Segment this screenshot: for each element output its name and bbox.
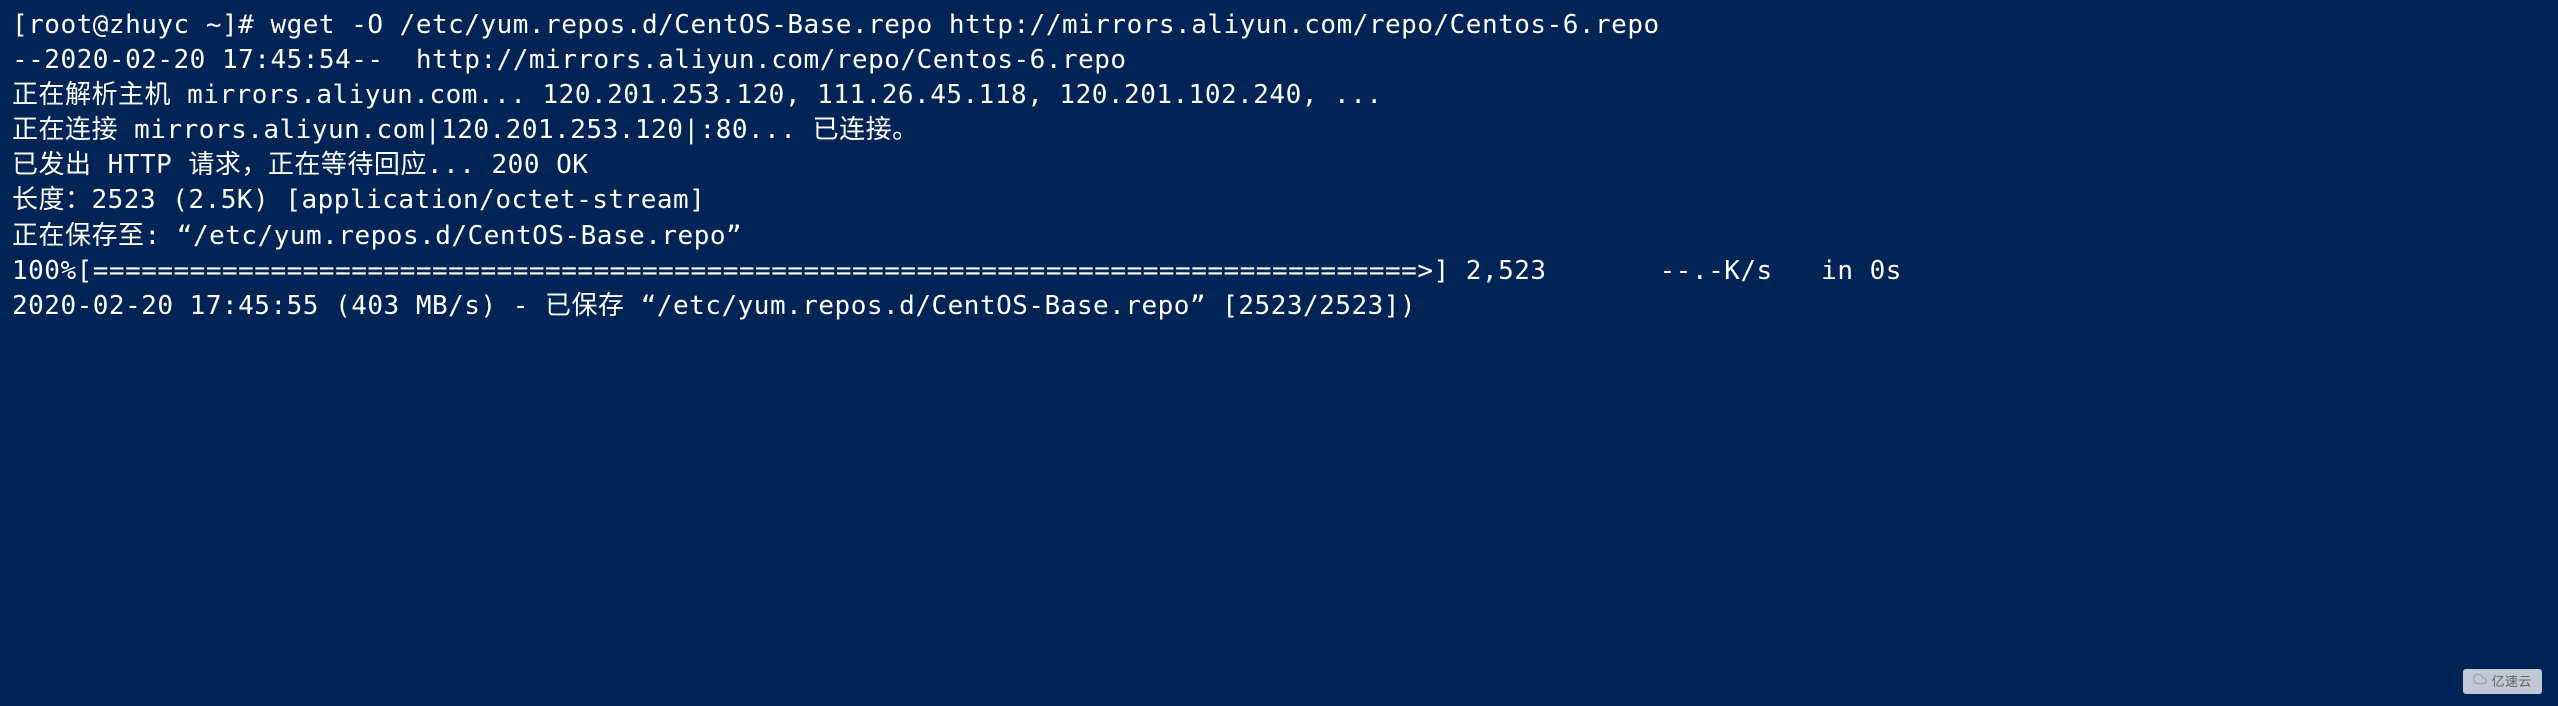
resolving-host-line: 正在解析主机 mirrors.aliyun.com... 120.201.253… <box>12 78 2546 113</box>
watermark-badge: 亿速云 <box>2463 669 2542 694</box>
terminal-output[interactable]: [root@zhuyc ~]# wget -O /etc/yum.repos.d… <box>12 8 2546 324</box>
length-line: 长度：2523 (2.5K) [application/octet-stream… <box>12 183 2546 218</box>
wget-start-line: --2020-02-20 17:45:54-- http://mirrors.a… <box>12 43 2546 78</box>
prompt-command-line: [root@zhuyc ~]# wget -O /etc/yum.repos.d… <box>12 8 2546 43</box>
watermark-text: 亿速云 <box>2491 673 2532 691</box>
progress-bar-line: 100%[===================================… <box>12 254 2546 289</box>
saved-summary-line: 2020-02-20 17:45:55 (403 MB/s) - 已保存 “/e… <box>12 289 2546 324</box>
cloud-icon <box>2473 672 2487 691</box>
http-request-line: 已发出 HTTP 请求，正在等待回应... 200 OK <box>12 148 2546 183</box>
saving-to-line: 正在保存至: “/etc/yum.repos.d/CentOS-Base.rep… <box>12 219 2546 254</box>
connecting-line: 正在连接 mirrors.aliyun.com|120.201.253.120|… <box>12 113 2546 148</box>
